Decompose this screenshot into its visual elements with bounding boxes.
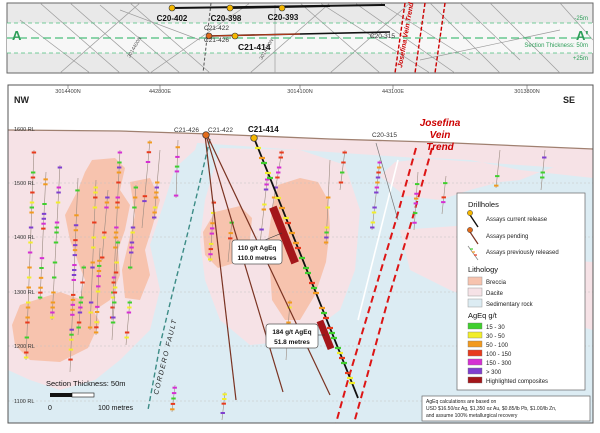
rl-label: 1300 RL — [14, 290, 35, 296]
plan-collar-c20-393 — [278, 4, 286, 12]
easting-label: 3013800N — [514, 89, 539, 95]
legend-drillhole-item: Assays pending — [486, 234, 528, 240]
callout-grade: 184 g/t AgEq — [272, 329, 311, 336]
legend-grade-swatch — [467, 340, 483, 348]
legend-grade-label: 15 - 30 — [486, 325, 505, 331]
hole-label-c20-315: C20-315 — [372, 132, 397, 139]
legend-grade-swatch — [467, 367, 483, 375]
callout-length: 51.8 metres — [274, 339, 310, 346]
section-thickness: Section Thickness: 50m — [46, 379, 125, 388]
legend: Drillholes Assays current release Assays… — [456, 192, 586, 391]
legend-grade-title: AgEq g/t — [468, 311, 498, 320]
figure: C20-402 C20-398 C20-393 C21-422 C21-426 … — [0, 0, 600, 428]
figure-canvas: C20-402 C20-398 C20-393 C21-422 C21-426 … — [6, 1, 594, 424]
plan-hole-label: C20-393 — [268, 13, 299, 22]
plan-hole-label: C20-315 — [370, 33, 395, 40]
legend-lithology-swatch — [467, 287, 483, 297]
plan-hole-label: C21-426 — [204, 37, 229, 44]
legend-grade-swatch — [467, 376, 483, 384]
easting-label: 443100E — [382, 89, 404, 95]
legend-lithology-label: Dacite — [486, 291, 504, 297]
plan-view: C20-402 C20-398 C20-393 C21-422 C21-426 … — [6, 1, 594, 74]
legend-drillholes-title: Drillholes — [468, 200, 499, 209]
legend-symbol-current — [467, 210, 473, 216]
plan-collar-c20-398 — [226, 4, 234, 12]
plan-hole-label: C20-398 — [211, 14, 242, 23]
legend-lithology-title: Lithology — [468, 265, 498, 274]
hole-label-c21-426: C21-426 — [174, 127, 199, 134]
legend-grade-label: 30 - 50 — [486, 334, 505, 340]
scale-zero: 0 — [48, 405, 52, 412]
legend-drillhole-item: Assays previously released — [486, 250, 559, 256]
plan-thickness-label: Section Thickness: 50m — [524, 43, 588, 49]
plan-offset-label: +25m — [573, 56, 588, 62]
callout-length: 110.0 metres — [237, 255, 276, 262]
legend-grade-swatch — [467, 322, 483, 330]
plan-hole-label: C21-422 — [204, 25, 229, 32]
note-line: AgEq calculations are based on — [426, 399, 497, 405]
rl-label: 1500 RL — [14, 181, 35, 187]
scale-end: 100 metres — [98, 405, 134, 412]
rl-label: 1200 RL — [14, 344, 35, 350]
legend-lithology-label: Sedimentary rock — [486, 302, 534, 308]
vein-title-line: Vein — [430, 130, 451, 141]
plan-offset-label: -25m — [574, 16, 588, 22]
legend-grade-label: 150 - 300 — [486, 361, 512, 367]
legend-grade-label: Highlighted composites — [486, 379, 548, 385]
legend-grade-swatch — [467, 331, 483, 339]
rl-label: 1100 RL — [14, 399, 34, 405]
plan-collar-c20-402 — [168, 4, 176, 12]
legend-grade-label: > 300 — [486, 370, 502, 376]
hole-label-c21-422: C21-422 — [208, 127, 233, 134]
note-line: USD $16.50/oz Ag, $1,350 oz Au, $0.85/lb… — [426, 406, 556, 412]
compass-nw: NW — [14, 95, 29, 105]
easting-label: 442800E — [149, 89, 171, 95]
ageq-note: AgEq calculations are based on USD $16.5… — [421, 395, 591, 422]
easting-label: 3014100N — [287, 89, 312, 95]
legend-grade-swatch — [467, 349, 483, 357]
collar-c21-414 — [250, 134, 258, 142]
legend-symbol-pending — [467, 227, 473, 233]
legend-lithology-swatch — [467, 276, 483, 286]
compass-se: SE — [563, 95, 575, 105]
plan-label-a-prime: A' — [576, 28, 588, 43]
legend-lithology-label: Breccia — [486, 280, 507, 286]
rl-label: 1400 RL — [14, 235, 35, 241]
plan-collar-c21-414 — [231, 32, 239, 40]
easting-label: 3014400N — [55, 89, 80, 95]
legend-drillhole-item: Assays current release — [486, 217, 548, 223]
plan-hole-label: C20-402 — [157, 14, 188, 23]
callout-184: 184 g/t AgEq 51.8 metres — [265, 323, 325, 349]
legend-grade-label: 100 - 150 — [486, 352, 512, 358]
legend-grade-label: 50 - 100 — [486, 343, 509, 349]
callout-grade: 110 g/t AgEq — [238, 245, 277, 252]
vein-title-line: Trend — [426, 142, 454, 153]
legend-lithology-swatch — [467, 298, 483, 308]
note-line: and assume 100% metallurgical recovery — [426, 413, 518, 419]
cross-section: 3014400N 442800E 3014100N 443100E 301380… — [7, 84, 594, 424]
vein-title-line: Josefina — [420, 118, 461, 129]
plan-label-a: A — [12, 28, 22, 43]
hole-label-c21-414: C21-414 — [248, 125, 279, 134]
legend-grade-swatch — [467, 358, 483, 366]
rl-label: 1600 RL — [14, 127, 35, 133]
